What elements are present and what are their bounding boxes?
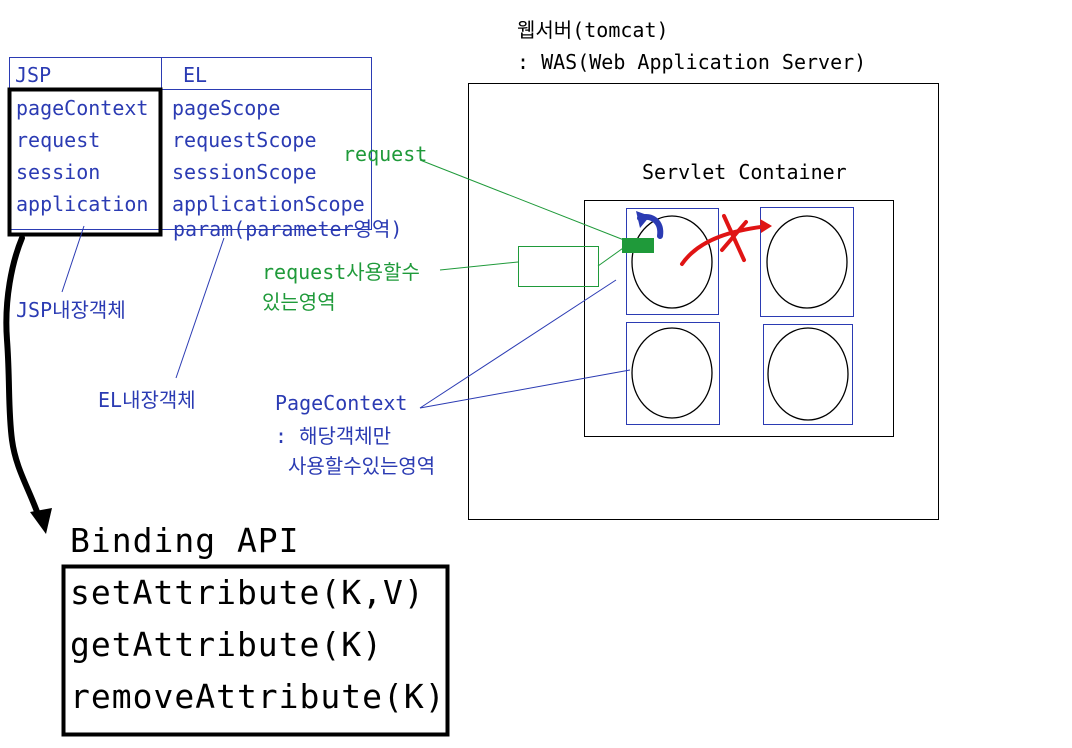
request-label: request — [343, 142, 428, 166]
binding-arrow-head — [30, 508, 52, 534]
binding-method-get: getAttribute(K) — [70, 625, 384, 664]
el-builtin-label: EL내장객체 — [98, 388, 196, 412]
table-header-el: EL — [183, 63, 208, 87]
server-subtitle: : WAS(Web Application Server) — [517, 50, 867, 74]
jsp-object-request: request — [16, 128, 101, 152]
servlet-cell-3 — [626, 322, 720, 425]
el-object-pagescope: pageScope — [172, 96, 281, 120]
jsp-object-application: application — [16, 192, 149, 216]
binding-method-remove: removeAttribute(K) — [70, 677, 446, 716]
jsp-builtin-label: JSP내장객체 — [16, 298, 126, 322]
pagecontext-label-2: : 해당객체만 — [275, 424, 392, 448]
pagecontext-label-1: PageContext — [275, 391, 408, 415]
servlet-circle-1 — [631, 215, 713, 309]
servlet-container-label: Servlet Container — [642, 160, 847, 184]
request-marker — [622, 238, 654, 253]
binding-method-set: setAttribute(K,V) — [70, 573, 425, 612]
jsp-object-session: session — [16, 160, 101, 184]
red-arrow-head — [760, 219, 772, 233]
request-area-connector-2 — [597, 245, 627, 267]
binding-arrow — [3, 235, 43, 523]
request-area-connector — [439, 261, 519, 271]
servlet-cell-4 — [763, 324, 853, 425]
servlet-circle-4 — [767, 327, 849, 421]
el-builtin-connector — [175, 237, 225, 379]
el-object-applicationscope: applicationScope — [172, 192, 365, 216]
request-area-label-2: 있는영역 — [262, 290, 336, 314]
servlet-cell-2 — [760, 207, 854, 317]
red-x-mark — [720, 214, 748, 262]
el-object-param: param(parameter영역) — [173, 217, 403, 241]
servlet-circle-2 — [766, 215, 848, 309]
servlet-container-box — [584, 200, 894, 437]
table-header-jsp: JSP — [15, 63, 52, 87]
pagecontext-label-3: 사용할수있는영역 — [288, 454, 436, 478]
server-title: 웹서버(tomcat) — [517, 18, 669, 42]
pagecontext-connector-2 — [419, 369, 631, 409]
el-object-sessionscope: sessionScope — [172, 160, 317, 184]
jsp-object-pagecontext: pageContext — [16, 96, 149, 120]
el-object-requestscope: requestScope — [172, 128, 317, 152]
pagecontext-connector-1 — [419, 279, 617, 409]
request-area-box — [518, 246, 599, 287]
request-area-label-1: request사용할수 — [262, 260, 420, 284]
was-box — [468, 83, 939, 520]
binding-api-title: Binding API — [70, 521, 300, 560]
servlet-circle-3 — [631, 327, 713, 419]
